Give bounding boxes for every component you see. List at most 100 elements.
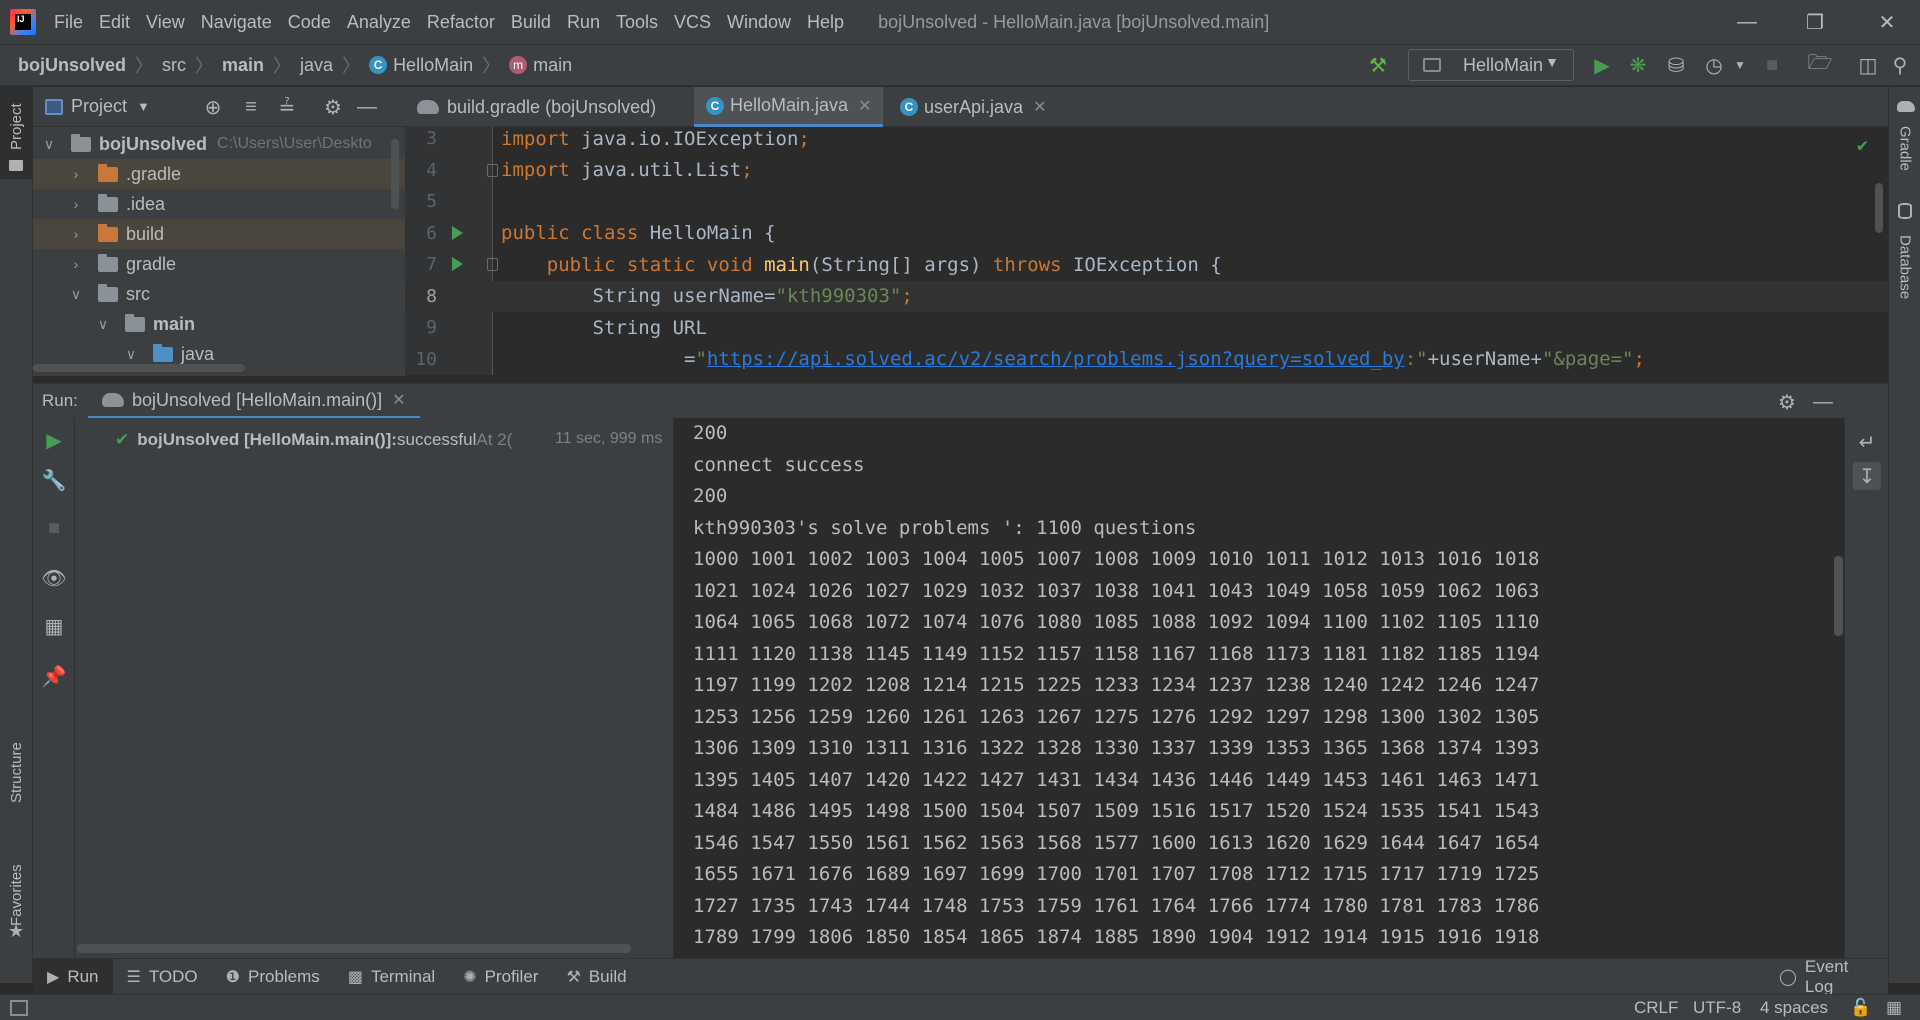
menu-analyze[interactable]: Analyze [339, 0, 419, 44]
soft-wrap-icon[interactable]: ↵ [1853, 428, 1881, 456]
menu-help[interactable]: Help [799, 0, 852, 44]
stop-icon[interactable]: ■ [1758, 51, 1786, 79]
breadcrumb-java[interactable]: java [300, 55, 333, 76]
bottom-tab-build[interactable]: ⚒ Build [552, 959, 640, 995]
vertical-scrollbar[interactable] [391, 139, 399, 209]
restore-button[interactable]: ❐ [1786, 0, 1844, 44]
menu-vcs[interactable]: VCS [666, 0, 719, 44]
tree-item-idea[interactable]: › .idea [33, 189, 405, 219]
close-icon[interactable]: ✕ [392, 390, 405, 410]
build-hammer-icon[interactable]: ⚒ [1364, 51, 1392, 79]
tree-item-build[interactable]: › build [33, 219, 405, 249]
console-output[interactable]: 200 connect success 200 kth990303's solv… [674, 418, 1844, 958]
memory-indicator-icon[interactable]: ▦ [1886, 995, 1902, 1020]
menu-window[interactable]: Window [719, 0, 799, 44]
gear-icon[interactable]: ⚙ [1773, 388, 1801, 416]
line-separator-select[interactable]: CRLF [1634, 995, 1678, 1020]
eye-icon[interactable]: 👁 [40, 564, 68, 592]
indent-select[interactable]: 4 spaces [1760, 995, 1828, 1020]
run-gutter-icon[interactable] [452, 225, 463, 240]
menu-navigate[interactable]: Navigate [193, 0, 280, 44]
menu-view[interactable]: View [138, 0, 193, 44]
run-result-node[interactable]: ✔ bojUnsolved [HelloMain.main()]: succes… [75, 426, 663, 454]
tree-item-gradle-hidden[interactable]: › .gradle [33, 159, 405, 189]
project-view-select[interactable]: Project [71, 96, 127, 117]
bottom-tab-run[interactable]: ▶ Run [33, 958, 113, 995]
run-tab-bojunsolved[interactable]: bojUnsolved [HelloMain.main()] ✕ [88, 384, 420, 419]
inspection-ok-check-icon[interactable]: ✔ [1857, 135, 1868, 156]
close-icon[interactable]: ✕ [1033, 97, 1046, 117]
chevron-down-icon[interactable]: ∨ [39, 136, 59, 153]
debug-icon[interactable]: ❋ [1624, 51, 1652, 79]
close-window-button[interactable]: ✕ [1858, 0, 1916, 44]
chevron-right-icon[interactable]: › [66, 196, 86, 212]
chevron-down-icon[interactable]: ∨ [93, 316, 113, 333]
coverage-icon[interactable]: ⛁ [1662, 51, 1690, 79]
breadcrumb-method[interactable]: m main [509, 55, 572, 76]
fold-marker-icon[interactable] [487, 163, 498, 177]
run-gutter-icon[interactable] [452, 257, 463, 271]
tab-build-gradle[interactable]: build.gradle (bojUnsolved) [405, 87, 668, 127]
profile-icon[interactable]: ◷ [1700, 51, 1728, 79]
chevron-right-icon[interactable]: › [66, 256, 86, 272]
breadcrumb-src[interactable]: src [162, 55, 186, 76]
encoding-select[interactable]: UTF-8 [1693, 995, 1741, 1020]
search-icon[interactable]: ⚲ [1886, 51, 1914, 79]
menu-code[interactable]: Code [280, 0, 339, 44]
stop-icon[interactable]: ■ [40, 514, 68, 542]
scroll-to-end-icon[interactable]: ↧ [1853, 462, 1881, 490]
chevron-down-icon[interactable]: ▼ [1726, 51, 1754, 79]
toggle-tool-windows-icon[interactable] [10, 1000, 28, 1016]
menu-build[interactable]: Build [503, 0, 559, 44]
menu-refactor[interactable]: Refactor [419, 0, 503, 44]
breadcrumb-main[interactable]: main [222, 55, 264, 76]
menu-file[interactable]: File [46, 0, 91, 44]
menu-tools[interactable]: Tools [608, 0, 666, 44]
wrench-icon[interactable]: 🔧 [40, 466, 68, 494]
horizontal-scrollbar[interactable] [33, 364, 245, 372]
expand-all-icon[interactable]: ≡ [237, 93, 265, 121]
fold-marker-icon[interactable] [487, 258, 498, 271]
event-log-button[interactable]: ◯ Event Log [1765, 957, 1888, 996]
run-icon[interactable]: ▶ [1588, 51, 1616, 79]
tree-item-main[interactable]: ∨ main [33, 309, 405, 339]
layout-icon[interactable]: ▦ [40, 612, 68, 640]
project-tool-tab[interactable]: Project [0, 87, 33, 179]
bottom-tab-terminal[interactable]: ▩ Terminal [334, 959, 449, 995]
collapse-all-icon[interactable]: ≟ [273, 93, 301, 121]
rerun-icon[interactable]: ▶ [40, 426, 68, 454]
console-scrollbar[interactable] [1834, 556, 1843, 636]
chevron-right-icon[interactable]: › [66, 226, 86, 242]
minimize-button[interactable]: — [1718, 0, 1776, 44]
tree-item-gradle[interactable]: › gradle [33, 249, 405, 279]
project-structure-icon[interactable]: 🗁 [1806, 51, 1834, 79]
chevron-right-icon[interactable]: › [66, 166, 86, 182]
bottom-tab-problems[interactable]: ❶ Problems [212, 959, 334, 995]
editor-scrollbar[interactable] [1875, 183, 1883, 233]
hide-panel-icon[interactable]: — [353, 93, 381, 121]
bottom-tab-todo[interactable]: ☰ TODO [113, 959, 212, 995]
close-icon[interactable]: ✕ [858, 96, 871, 116]
gradle-tool-tab[interactable]: Gradle [1889, 119, 1920, 179]
menu-edit[interactable]: Edit [91, 0, 138, 44]
terminal-window-icon[interactable]: ◫ [1854, 51, 1882, 79]
structure-tool-tab[interactable]: Structure [0, 723, 33, 823]
database-tool-tab[interactable]: Database [1889, 225, 1920, 309]
gear-icon[interactable]: ⚙ [319, 93, 347, 121]
bottom-tab-profiler[interactable]: ✺ Profiler [449, 959, 552, 995]
tab-hellomain-java[interactable]: C HelloMain.java ✕ [694, 87, 884, 127]
menu-run[interactable]: Run [559, 0, 608, 44]
tab-userapi-java[interactable]: C userApi.java ✕ [888, 87, 1058, 127]
chevron-down-icon[interactable]: ∨ [121, 346, 141, 363]
chevron-down-icon[interactable]: ∨ [66, 286, 86, 303]
unlock-icon[interactable]: 🔓 [1850, 995, 1871, 1020]
breadcrumb-project[interactable]: bojUnsolved [18, 55, 126, 76]
run-configuration-select[interactable]: HelloMain ▼ [1408, 49, 1574, 81]
tree-item-bojunsolved[interactable]: ∨ bojUnsolved C:\Users\User\Deskto [33, 129, 405, 159]
hide-panel-icon[interactable]: — [1809, 388, 1837, 416]
chevron-down-icon[interactable]: ▼ [137, 99, 150, 114]
pin-icon[interactable]: 📌 [40, 662, 68, 690]
breadcrumb-class[interactable]: C HelloMain [369, 55, 473, 76]
locate-target-icon[interactable]: ⊕ [199, 93, 227, 121]
tree-item-src[interactable]: ∨ src [33, 279, 405, 309]
